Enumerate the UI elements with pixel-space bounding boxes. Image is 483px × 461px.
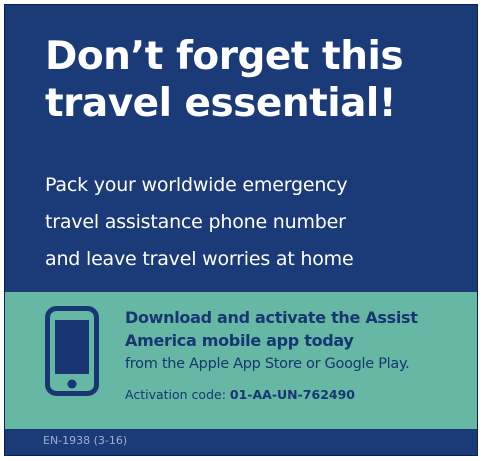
- subheadline-line-1: Pack your worldwide emergency: [45, 174, 348, 196]
- app-promo-title: Download and activate the Assist America…: [125, 306, 470, 352]
- headline: Don’t forget this travel essential!: [45, 33, 465, 127]
- subheadline-line-2: travel assistance phone number: [45, 211, 346, 233]
- travel-essential-card: Don’t forget this travel essential! Pack…: [4, 4, 478, 456]
- headline-line-1: Don’t forget this: [45, 34, 404, 79]
- headline-line-2: travel essential!: [45, 81, 397, 126]
- smartphone-icon: [45, 306, 99, 396]
- activation-code-value: 01-AA-UN-762490: [229, 387, 355, 402]
- app-store-text: from the Apple App Store or Google Play.: [125, 356, 410, 372]
- app-promo-title-line-1: Download and activate the Assist: [125, 308, 418, 327]
- app-promo-title-line-2: America mobile app today: [125, 331, 354, 350]
- form-number: EN-1938 (3-16): [43, 434, 128, 447]
- subheadline-line-3: and leave travel worries at home: [45, 248, 354, 270]
- activation-code-line: Activation code: 01-AA-UN-762490: [125, 386, 355, 404]
- activation-code-label: Activation code:: [125, 387, 230, 402]
- subheadline: Pack your worldwide emergency travel ass…: [45, 167, 470, 278]
- app-promo-band: Download and activate the Assist America…: [5, 292, 477, 429]
